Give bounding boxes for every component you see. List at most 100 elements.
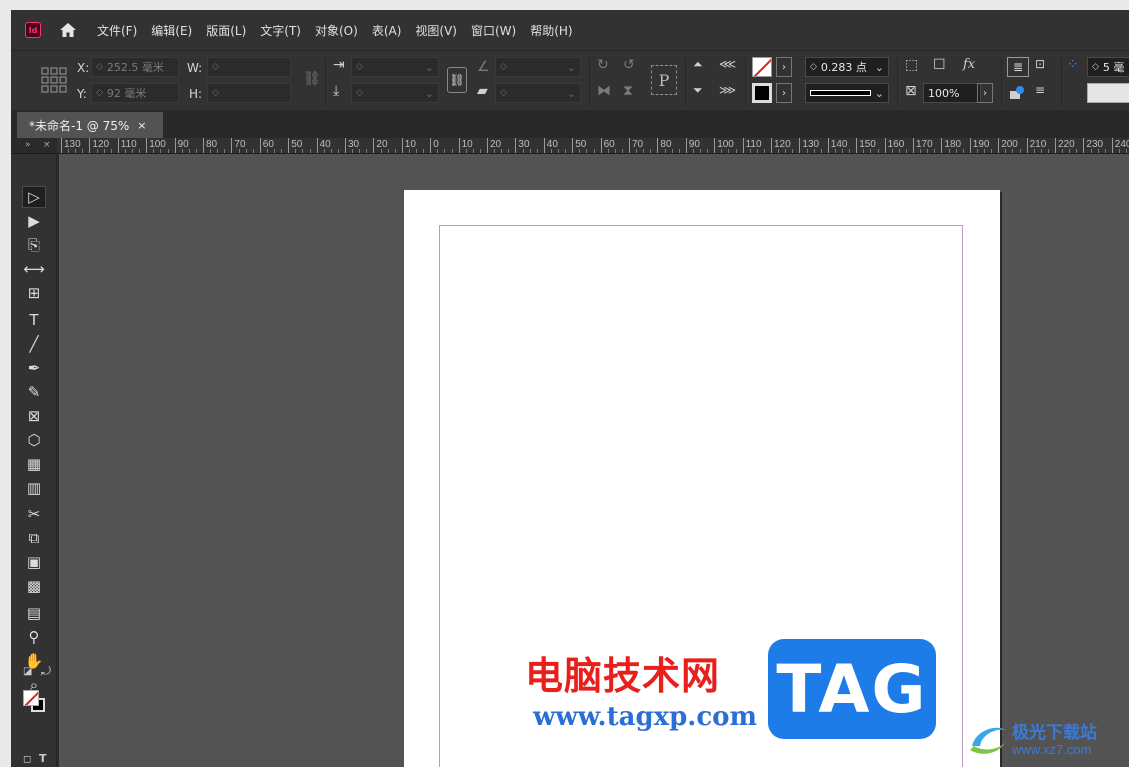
ruler-minor-tick (749, 149, 751, 153)
fill-dropdown-icon[interactable]: › (776, 57, 792, 77)
scissors-tool[interactable]: ✂ (22, 503, 46, 525)
h-label: H: (189, 87, 203, 101)
rotate-cw-icon[interactable]: ↻ (597, 57, 609, 73)
direct-selection-tool[interactable]: ▶ (22, 210, 46, 232)
menu-file[interactable]: 文件(F) (97, 22, 137, 39)
scale-y-field[interactable]: ◇ ⌄ (351, 83, 439, 103)
stroke-swatch[interactable] (752, 83, 772, 103)
table-columns-tool[interactable]: ▥ (22, 477, 46, 499)
line-tool[interactable]: ╱ (22, 333, 46, 355)
auto-fit-icon[interactable] (1009, 85, 1025, 101)
drop-shadow-icon[interactable]: ☐ (933, 57, 946, 73)
formatting-container-icon[interactable]: ◻ (23, 754, 31, 765)
menu-layout[interactable]: 版面(L) (206, 22, 246, 39)
reference-point-icon[interactable] (41, 67, 67, 97)
menu-window[interactable]: 窗口(W) (471, 22, 516, 39)
y-position-field[interactable]: ◇ 92 毫米 (91, 83, 179, 103)
width-field[interactable]: ◇ (207, 57, 291, 77)
text-wrap-none-icon[interactable]: ≣ (1007, 57, 1029, 77)
ruler-minor-tick (437, 149, 439, 153)
document-tab[interactable]: *未命名-1 @ 75% × (17, 112, 163, 138)
effects-fx-icon[interactable]: fx (963, 57, 975, 72)
select-previous-icon[interactable]: ⋘ (719, 57, 736, 71)
menu-view[interactable]: 视图(V) (415, 22, 457, 39)
home-icon[interactable] (57, 19, 79, 41)
rotation-angle-field[interactable]: ◇ ⌄ (495, 57, 581, 77)
menu-help[interactable]: 帮助(H) (530, 22, 572, 39)
pen-tool[interactable]: ✒ (22, 357, 46, 379)
ruler-minor-tick (536, 149, 538, 153)
constrain-proportions-icon[interactable]: ⛓ (303, 71, 321, 87)
ruler-origin[interactable]: » × (11, 138, 57, 153)
ruler-minor-tick (792, 149, 794, 153)
rectangle-frame-tool[interactable]: ⊠ (22, 405, 46, 427)
close-icon[interactable]: × (137, 119, 146, 132)
free-transform-tool[interactable]: ⧉ (22, 527, 46, 549)
opacity-dropdown-icon[interactable]: › (977, 83, 993, 103)
ruler-tick-label: 60 (603, 139, 615, 150)
watermark-site-url: www.tagxp.com (533, 702, 758, 732)
rotate-ccw-icon[interactable]: ↺ (623, 57, 635, 73)
eyedropper-tool[interactable]: ⚲ (22, 626, 46, 648)
fill-swatch[interactable] (752, 57, 772, 77)
expand-panel-icon[interactable]: » (25, 140, 31, 150)
stroke-weight-value: 0.283 点 (820, 61, 867, 74)
ruler-minor-tick (366, 149, 368, 153)
ruler-tick-label: 210 (1029, 139, 1047, 150)
stroke-dropdown-icon[interactable]: › (776, 83, 792, 103)
height-field[interactable]: ◇ (207, 83, 291, 103)
flip-horizontal-icon[interactable]: ⧓ (597, 83, 611, 99)
page-tool[interactable]: ⎘ (22, 234, 46, 256)
menu-object[interactable]: 对象(O) (315, 22, 358, 39)
aurora-logo-icon (970, 727, 1006, 754)
align-center-icon[interactable]: ≡ (1035, 83, 1045, 97)
ruler-minor-tick (210, 149, 212, 153)
selection-tool[interactable]: ▷ (22, 186, 46, 208)
zoom-tool[interactable]: ⌕ (22, 674, 46, 696)
stroke-type-dropdown[interactable]: ⌄ (805, 83, 889, 103)
type-tool[interactable]: T (22, 309, 46, 331)
w-label: W: (187, 61, 203, 75)
ruler-minor-tick (735, 149, 737, 153)
ruler-minor-tick (778, 149, 780, 153)
ruler-minor-tick (721, 149, 723, 153)
opacity-field[interactable]: 100% (923, 83, 981, 103)
ruler-tick-label: 70 (234, 139, 246, 150)
menu-type[interactable]: 文字(T) (260, 22, 301, 39)
scissors-icon: ✂ (27, 505, 41, 523)
menu-edit[interactable]: 编辑(E) (151, 22, 192, 39)
text-wrap-bounding-icon[interactable]: ⊡ (1035, 57, 1045, 71)
formatting-text-icon[interactable]: T (39, 752, 47, 765)
ruler-minor-tick (558, 149, 559, 153)
free-transform-icon: ⧉ (28, 529, 40, 547)
gap-tool[interactable]: ⟷ (22, 258, 46, 280)
table-tool[interactable]: ▦ (22, 453, 46, 475)
stroke-weight-field[interactable]: ◇ 0.283 点 ⌄ (805, 57, 889, 77)
corner-options-icon[interactable]: ⬚ (905, 57, 918, 73)
columns-field[interactable]: ◇ 5 毫 (1087, 57, 1129, 77)
constrain-scale-icon[interactable]: ⛓ (447, 67, 467, 93)
horizontal-ruler[interactable]: » × 130 120 110 100 90 80 70 60 50 40 30 20 10 0 10 20 3… (11, 138, 1129, 154)
style-preview-box[interactable] (1087, 83, 1129, 103)
select-content-icon[interactable]: ⏷ (693, 83, 703, 98)
pencil-tool[interactable]: ✎ (22, 381, 46, 403)
gradient-swatch-tool[interactable]: ▣ (22, 551, 46, 573)
menu-table[interactable]: 表(A) (372, 22, 402, 39)
hand-tool[interactable]: ✋ (22, 650, 46, 672)
ruler-minor-tick (905, 149, 907, 153)
content-collector-tool[interactable]: ⊞ (22, 282, 46, 304)
close-panel-icon[interactable]: × (43, 140, 51, 150)
gradient-feather-tool[interactable]: ▩ (22, 575, 46, 597)
polygon-tool[interactable]: ⬡ (22, 429, 46, 451)
x-position-field[interactable]: ◇ 252.5 毫米 (91, 57, 179, 77)
select-next-icon[interactable]: ⋙ (719, 83, 736, 97)
ruler-minor-tick (394, 149, 396, 153)
flip-vertical-icon[interactable]: ⧗ (623, 83, 633, 99)
ruler-minor-tick (352, 149, 354, 153)
ruler-minor-tick (621, 149, 623, 153)
scale-x-field[interactable]: ◇ ⌄ (351, 57, 439, 77)
select-container-icon[interactable]: ⏶ (693, 57, 703, 72)
ruler-minor-tick (465, 149, 467, 153)
shear-angle-field[interactable]: ◇ ⌄ (495, 83, 581, 103)
note-tool[interactable]: ▤ (22, 602, 46, 624)
